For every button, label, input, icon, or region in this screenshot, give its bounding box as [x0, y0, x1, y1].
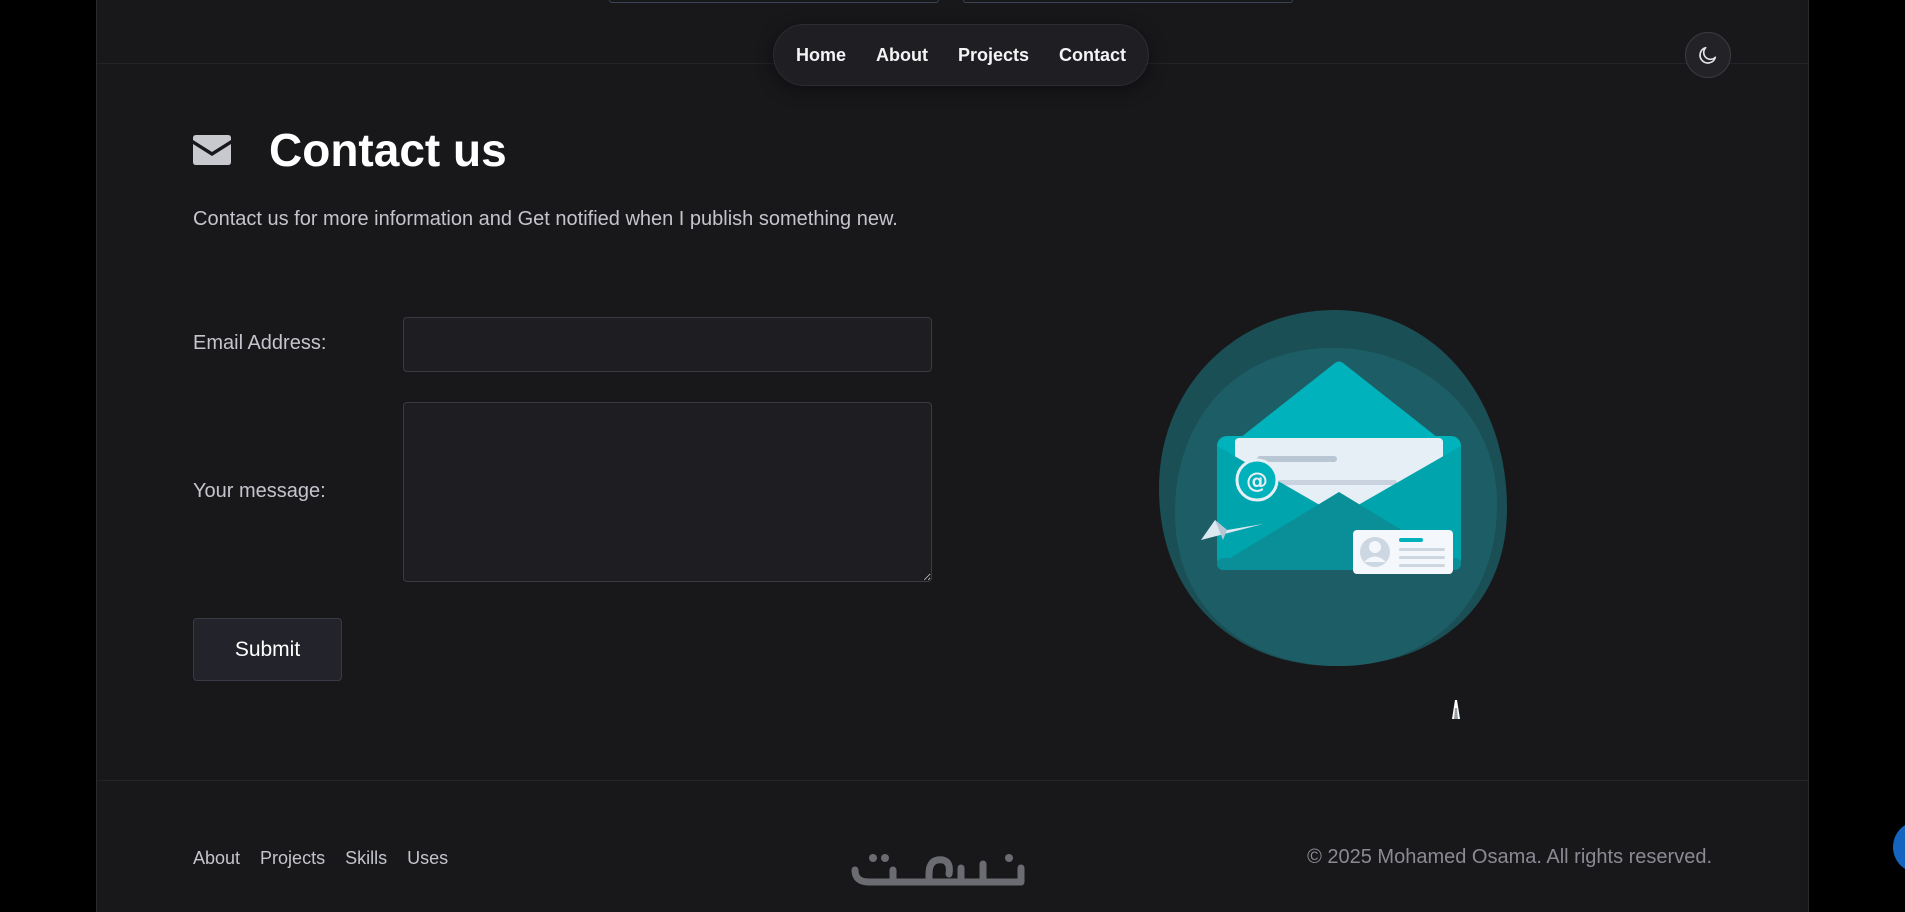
- footer-link-uses[interactable]: Uses: [407, 848, 448, 869]
- page-title: Contact us: [269, 124, 507, 176]
- submit-button[interactable]: Submit: [193, 618, 342, 681]
- contact-description: Contact us for more information and Get …: [193, 208, 898, 230]
- top-bar-fragment-left: [609, 0, 939, 3]
- page-container: Home About Projects Contact Contact us C…: [96, 0, 1905, 912]
- footer-link-skills[interactable]: Skills: [345, 848, 387, 869]
- copyright-text: © 2025 Mohamed Osama. All rights reserve…: [1307, 846, 1712, 868]
- scroll-to-top-button[interactable]: [1893, 821, 1905, 873]
- svg-text:@: @: [1246, 469, 1268, 494]
- nav-projects[interactable]: Projects: [958, 45, 1029, 66]
- footer-link-projects[interactable]: Projects: [260, 848, 325, 869]
- envelope-icon: [193, 135, 231, 165]
- email-field[interactable]: [403, 317, 932, 372]
- mouse-cursor-icon: [1452, 700, 1460, 719]
- footer-divider: [97, 780, 1808, 781]
- nav-contact[interactable]: Contact: [1059, 45, 1126, 66]
- mail-envelope-illustration: @: [1159, 310, 1507, 667]
- khamsat-logo: [851, 854, 1025, 886]
- email-label: Email Address:: [193, 332, 327, 354]
- message-label: Your message:: [193, 480, 326, 502]
- message-field[interactable]: [403, 402, 932, 582]
- moon-icon: [1699, 46, 1717, 64]
- footer-link-about[interactable]: About: [193, 848, 240, 869]
- nav-home[interactable]: Home: [796, 45, 846, 66]
- main-nav: Home About Projects Contact: [773, 24, 1149, 86]
- theme-toggle-button[interactable]: [1685, 32, 1731, 78]
- top-bar-fragment-right: [963, 0, 1293, 3]
- contact-heading: Contact us: [193, 122, 507, 178]
- footer-nav: About Projects Skills Uses: [193, 848, 448, 869]
- nav-about[interactable]: About: [876, 45, 928, 66]
